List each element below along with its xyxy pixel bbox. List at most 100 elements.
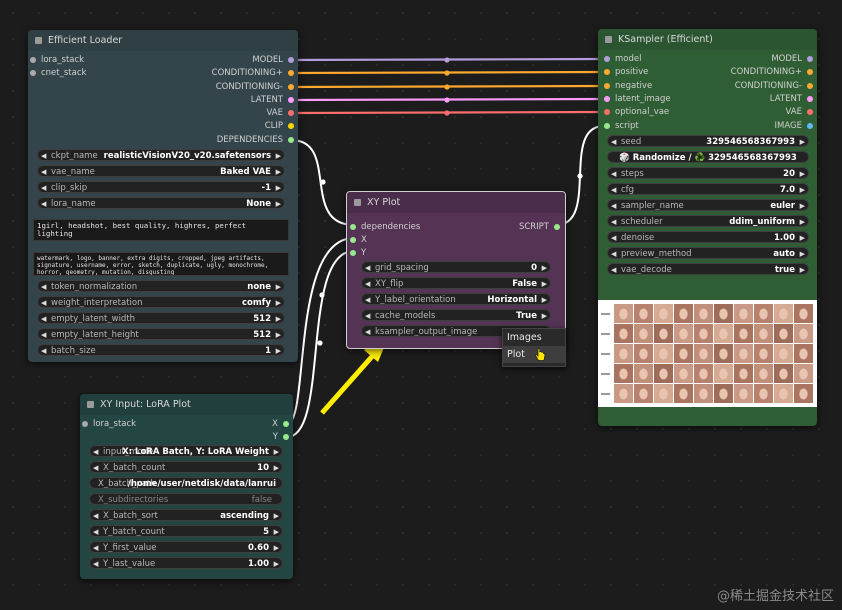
widget-y-first-value[interactable]: ◀ Y_first_value 0.60 ▶ (89, 541, 283, 553)
collapse-icon[interactable] (354, 199, 361, 206)
input-positive[interactable]: positive (604, 66, 648, 78)
widget-clip-skip[interactable]: ◀ clip_skip -1 ▶ (37, 181, 285, 193)
widget-weight-interpretation[interactable]: ◀ weight_interpretation comfy ▶ (37, 296, 285, 308)
output-vae[interactable]: VAE (267, 107, 294, 119)
widget-vae-decode[interactable]: ◀ vae_decode true ▶ (607, 263, 809, 275)
arrow-left-icon[interactable]: ◀ (365, 262, 370, 272)
widget-scheduler[interactable]: ◀ scheduler ddim_uniform ▶ (607, 215, 809, 227)
widget-y-batch-count[interactable]: ◀ Y_batch_count 5 ▶ (89, 525, 283, 537)
arrow-right-icon[interactable]: ▶ (800, 200, 805, 210)
arrow-left-icon[interactable]: ◀ (93, 542, 98, 552)
widget-cache-models[interactable]: ◀ cache_models True ▶ (361, 309, 551, 321)
widget-grid-spacing[interactable]: ◀ grid_spacing 0 ▶ (361, 261, 551, 273)
output-conditioning-neg[interactable]: CONDITIONING- (216, 81, 294, 93)
arrow-left-icon[interactable]: ◀ (93, 446, 98, 456)
widget-ckpt-name[interactable]: ◀ ckpt_name realisticVisionV20_v20.safeten… (37, 149, 285, 161)
collapse-icon[interactable] (605, 36, 612, 43)
arrow-right-icon[interactable]: ▶ (276, 150, 281, 160)
arrow-left-icon[interactable]: ◀ (41, 297, 46, 307)
arrow-right-icon[interactable]: ▶ (800, 248, 805, 258)
arrow-right-icon[interactable]: ▶ (274, 526, 279, 536)
arrow-left-icon[interactable]: ◀ (611, 136, 616, 146)
arrow-right-icon[interactable]: ▶ (542, 262, 547, 272)
input-lora-stack[interactable]: lora_stack (30, 54, 84, 66)
arrow-left-icon[interactable]: ◀ (611, 216, 616, 226)
widget-seed[interactable]: ◀ seed 329546568367993 ▶ (607, 135, 809, 147)
arrow-right-icon[interactable]: ▶ (800, 136, 805, 146)
arrow-left-icon[interactable]: ◀ (365, 310, 370, 320)
arrow-left-icon[interactable]: ◀ (93, 462, 98, 472)
widget-denoise[interactable]: ◀ denoise 1.00 ▶ (607, 231, 809, 243)
output-script[interactable]: SCRIPT (519, 221, 560, 233)
arrow-left-icon[interactable]: ◀ (365, 278, 370, 288)
arrow-left-icon[interactable]: ◀ (41, 281, 46, 291)
arrow-right-icon[interactable]: ▶ (542, 310, 547, 320)
input-dependencies[interactable]: dependencies (350, 221, 420, 233)
output-model[interactable]: MODEL (252, 54, 294, 66)
collapse-icon[interactable] (87, 401, 94, 408)
arrow-right-icon[interactable]: ▶ (800, 264, 805, 274)
menu-item-images[interactable]: Images (503, 329, 565, 346)
output-x[interactable]: X (272, 418, 289, 430)
input-y[interactable]: Y (350, 247, 366, 259)
randomize-button[interactable]: 🎲 Randomize / ♻️ 329546568367993 (607, 151, 809, 163)
positive-prompt-textarea[interactable]: 1girl, headshot, best quality, highres, … (33, 219, 289, 241)
arrow-right-icon[interactable]: ▶ (274, 462, 279, 472)
arrow-right-icon[interactable]: ▶ (800, 216, 805, 226)
output-latent[interactable]: LATENT (770, 93, 813, 105)
output-conditioning-pos[interactable]: CONDITIONING+ (731, 66, 813, 78)
arrow-right-icon[interactable]: ▶ (276, 281, 281, 291)
xy-input-title-bar[interactable]: XY Input: LoRA Plot (80, 394, 293, 415)
input-optional-vae[interactable]: optional_vae (604, 106, 669, 118)
arrow-left-icon[interactable]: ◀ (41, 313, 46, 323)
arrow-right-icon[interactable]: ▶ (542, 278, 547, 288)
output-conditioning-neg[interactable]: CONDITIONING- (735, 80, 813, 92)
arrow-left-icon[interactable]: ◀ (41, 150, 46, 160)
arrow-left-icon[interactable]: ◀ (611, 168, 616, 178)
widget-vae-name[interactable]: ◀ vae_name Baked VAE ▶ (37, 165, 285, 177)
xy-input-lora-plot-node[interactable]: XY Input: LoRA Plot lora_stack X Y ◀ inpu… (80, 394, 293, 579)
input-x[interactable]: X (350, 234, 367, 246)
widget-xy-flip[interactable]: ◀ XY_flip False ▶ (361, 277, 551, 289)
widget-x-batch-count[interactable]: ◀ X_batch_count 10 ▶ (89, 461, 283, 473)
arrow-left-icon[interactable]: ◀ (365, 294, 370, 304)
arrow-left-icon[interactable]: ◀ (611, 184, 616, 194)
arrow-right-icon[interactable]: ▶ (276, 297, 281, 307)
efficient-loader-title-bar[interactable]: Efficient Loader (28, 30, 298, 51)
arrow-right-icon[interactable]: ▶ (276, 182, 281, 192)
input-model[interactable]: model (604, 53, 641, 65)
widget-preview-method[interactable]: ◀ preview_method auto ▶ (607, 247, 809, 259)
arrow-left-icon[interactable]: ◀ (611, 232, 616, 242)
widget-y-label-orientation[interactable]: ◀ Y_label_orientation Horizontal ▶ (361, 293, 551, 305)
efficient-loader-node[interactable]: Efficient Loader lora_stack cnet_stack M… (28, 30, 298, 362)
arrow-right-icon[interactable]: ▶ (276, 166, 281, 176)
negative-prompt-textarea[interactable]: watermark, logo, banner, extra digits, c… (33, 252, 289, 276)
arrow-right-icon[interactable]: ▶ (542, 294, 547, 304)
output-clip[interactable]: CLIP (265, 120, 294, 132)
widget-lora-name[interactable]: ◀ lora_name None ▶ (37, 197, 285, 209)
widget-x-subdirectories[interactable]: X_subdirectories false (89, 493, 283, 505)
arrow-right-icon[interactable]: ▶ (276, 313, 281, 323)
arrow-right-icon[interactable]: ▶ (274, 542, 279, 552)
ksampler-title-bar[interactable]: KSampler (Efficient) (598, 29, 817, 50)
arrow-left-icon[interactable]: ◀ (611, 248, 616, 258)
arrow-right-icon[interactable]: ▶ (800, 168, 805, 178)
arrow-right-icon[interactable]: ▶ (276, 345, 281, 355)
input-cnet-stack[interactable]: cnet_stack (30, 67, 86, 79)
output-latent[interactable]: LATENT (251, 94, 294, 106)
arrow-left-icon[interactable]: ◀ (93, 526, 98, 536)
output-image[interactable]: IMAGE (775, 120, 813, 132)
arrow-left-icon[interactable]: ◀ (611, 264, 616, 274)
output-dependencies[interactable]: DEPENDENCIES (217, 134, 294, 146)
arrow-right-icon[interactable]: ▶ (274, 558, 279, 568)
arrow-right-icon[interactable]: ▶ (276, 329, 281, 339)
output-model[interactable]: MODEL (771, 53, 813, 65)
widget-empty-latent-width[interactable]: ◀ empty_latent_width 512 ▶ (37, 312, 285, 324)
widget-x-batch-path[interactable]: X_batch_path/home/user/netdisk/data/lanr… (89, 477, 283, 489)
arrow-left-icon[interactable]: ◀ (93, 558, 98, 568)
widget-steps[interactable]: ◀ steps 20 ▶ (607, 167, 809, 179)
ksampler-node[interactable]: KSampler (Efficient) model positive nega… (598, 29, 817, 426)
arrow-left-icon[interactable]: ◀ (41, 198, 46, 208)
collapse-icon[interactable] (35, 37, 42, 44)
input-script[interactable]: script (604, 120, 639, 132)
